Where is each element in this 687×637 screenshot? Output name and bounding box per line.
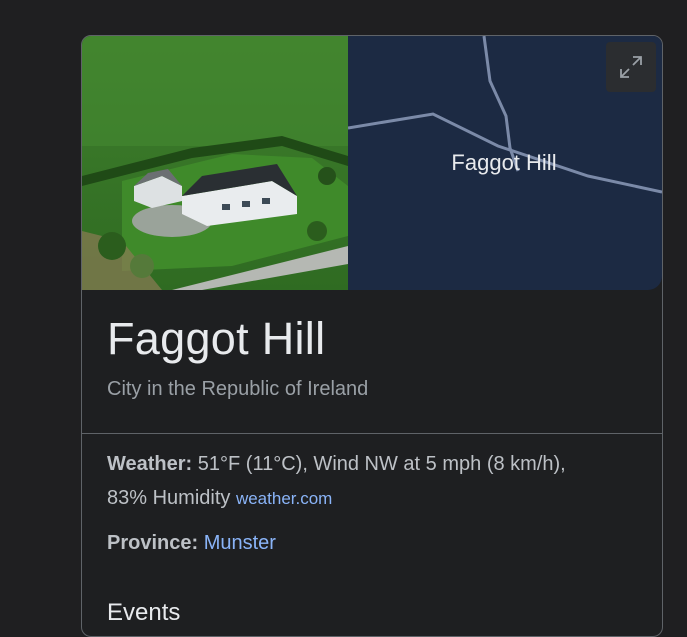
weather-source-link[interactable]: weather.com: [236, 489, 332, 508]
map-place-label: Faggot Hill: [451, 150, 556, 175]
weather-value-line1: 51°F (11°C), Wind NW at 5 mph (8 km/h),: [197, 453, 566, 475]
province-label: Province:: [107, 532, 199, 554]
province-link[interactable]: Munster: [204, 532, 276, 554]
expand-icon: [620, 56, 642, 78]
place-photo[interactable]: [82, 36, 348, 290]
weather-label: Weather:: [107, 453, 193, 475]
weather-fact: Weather: 51°F (11°C), Wind NW at 5 mph (…: [107, 447, 647, 516]
place-description: City in the Republic of Ireland: [107, 378, 369, 400]
hero-images: Faggot Hill: [82, 36, 662, 290]
events-heading: Events: [107, 599, 181, 626]
knowledge-panel-card: Faggot Hill Faggot Hill City in the Repu…: [81, 35, 663, 637]
expand-map-button[interactable]: [606, 42, 656, 92]
place-title: Faggot Hill: [107, 313, 326, 364]
section-divider: [82, 433, 662, 434]
weather-value-line2: 83% Humidity: [107, 487, 231, 509]
province-fact: Province: Munster: [107, 526, 647, 560]
